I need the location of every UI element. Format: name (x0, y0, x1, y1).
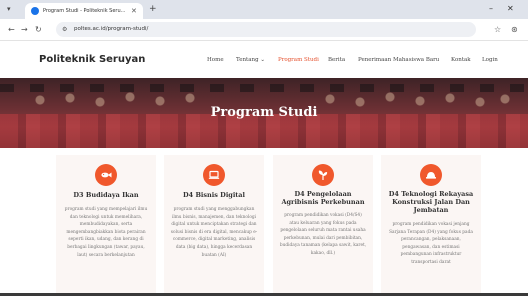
forward-arrow-icon[interactable]: → (21, 23, 28, 37)
hero-banner: Program Studi (0, 78, 528, 148)
reload-icon[interactable]: ↻ (35, 23, 42, 37)
program-title: D4 Pengelolaan Agribisnis Perkebunan (281, 190, 365, 206)
back-arrow-icon[interactable]: ← (8, 23, 15, 37)
bookmark-star-icon[interactable]: ☆ (494, 23, 501, 37)
laptop-icon (203, 164, 225, 186)
nav-kontak[interactable]: Kontak (451, 55, 471, 65)
tab-list-chevron-down-icon[interactable]: ▾ (7, 3, 11, 15)
nav-program-studi[interactable]: Program Studi (278, 55, 319, 65)
site-info-icon[interactable]: ⚙ (62, 23, 67, 36)
tab-strip: ▾ Program Studi - Politeknik Seru... ✕ +… (0, 0, 528, 19)
address-bar[interactable]: ⚙ poltes.ac.id/program-studi/ (56, 22, 476, 37)
nav-pmb[interactable]: Penerimaan Mahasiswa Baru (358, 55, 439, 65)
nav-login[interactable]: Login (482, 55, 498, 65)
construction-icon (420, 164, 442, 186)
program-description: program studi yang menggabungkan ilmu bi… (170, 207, 258, 258)
url-text[interactable]: poltes.ac.id/program-studi/ (74, 23, 148, 36)
program-card[interactable]: D4 Pengelolaan Agribisnis Perkebunan pro… (273, 155, 373, 293)
globe-favicon-icon (31, 7, 39, 15)
tab-title: Program Studi - Politeknik Seru... (43, 8, 125, 14)
hero-title: Program Studi (210, 105, 318, 120)
close-window-button[interactable]: ✕ (507, 2, 514, 16)
program-card[interactable]: D4 Bisnis Digital program studi yang men… (164, 155, 264, 293)
plant-icon (312, 164, 334, 186)
program-description: program studi yang mempelajari ilmu dan … (64, 207, 148, 258)
new-tab-icon[interactable]: + (149, 3, 157, 15)
program-title: D3 Budidaya Ikan (73, 191, 139, 199)
program-title: D4 Teknologi Rekayasa Konstruksi Jalan D… (388, 190, 474, 214)
tab-close-icon[interactable]: ✕ (131, 5, 137, 17)
browser-tab-program-studi[interactable]: Program Studi - Politeknik Seru... ✕ (25, 3, 143, 19)
site-header: Politeknik Seruyan Home Tentang ⌄ Progra… (0, 42, 528, 78)
browser-window: ▾ Program Studi - Politeknik Seru... ✕ +… (0, 0, 528, 296)
hero-caps-decoration (0, 84, 528, 92)
profile-icon[interactable]: ⊛ (511, 23, 518, 37)
program-cards-section: D3 Budidaya Ikan program studi yang memp… (0, 148, 528, 293)
browser-toolbar: ← → ↻ ⚙ poltes.ac.id/program-studi/ ☆ ⊛ (0, 19, 528, 41)
nav-home[interactable]: Home (207, 55, 224, 65)
program-title: D4 Bisnis Digital (183, 191, 245, 199)
nav-berita[interactable]: Berita (328, 55, 345, 65)
program-card[interactable]: D4 Teknologi Rekayasa Konstruksi Jalan D… (381, 155, 481, 293)
site-brand[interactable]: Politeknik Seruyan (39, 53, 145, 67)
program-card[interactable]: D3 Budidaya Ikan program studi yang memp… (56, 155, 156, 293)
nav-tentang[interactable]: Tentang ⌄ (236, 55, 265, 65)
program-description: program pendidikan vokasi (D4/S4) atau k… (279, 213, 367, 256)
fish-icon (95, 164, 117, 186)
program-description: program pendidikan vokasi jenjang Sarjan… (389, 222, 473, 265)
minimize-button[interactable]: – (489, 2, 493, 16)
